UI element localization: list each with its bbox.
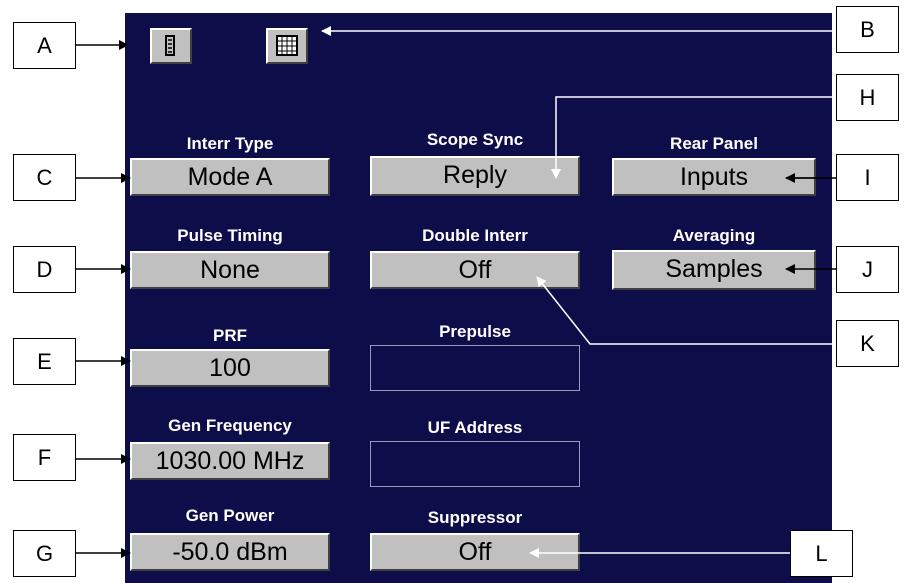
callout-f: F bbox=[13, 434, 76, 481]
callout-i: I bbox=[836, 154, 899, 201]
callout-l: L bbox=[790, 530, 853, 577]
callout-e: E bbox=[13, 338, 76, 385]
callout-j: J bbox=[836, 246, 899, 293]
callout-b: B bbox=[836, 6, 899, 53]
callout-g: G bbox=[13, 530, 76, 577]
callout-a: A bbox=[13, 22, 76, 69]
callout-c: C bbox=[13, 154, 76, 201]
callout-d: D bbox=[13, 246, 76, 293]
callout-k: K bbox=[836, 320, 899, 367]
callout-lines bbox=[76, 26, 836, 558]
callout-h: H bbox=[836, 74, 899, 121]
